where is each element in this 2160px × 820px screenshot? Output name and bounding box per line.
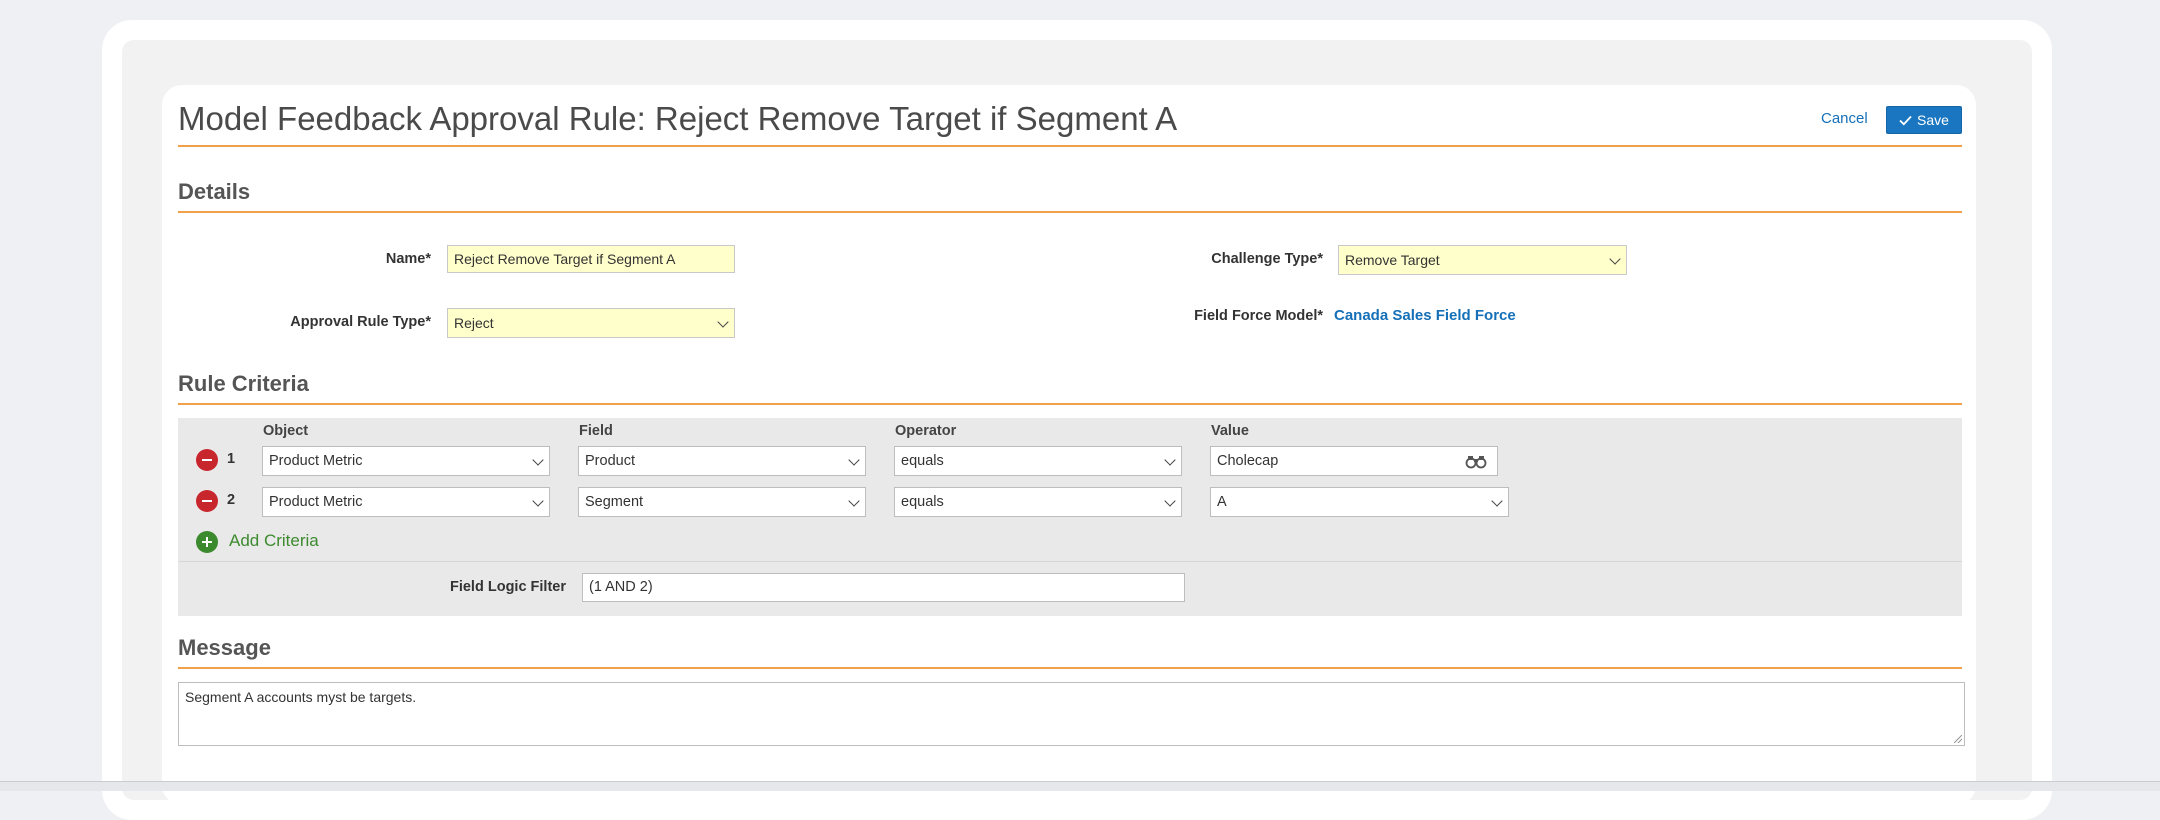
resize-handle-icon[interactable]	[1954, 735, 1962, 743]
criteria-2-field-select[interactable]: Segment	[578, 487, 866, 517]
challenge-type-select[interactable]: Remove Target	[1338, 245, 1627, 275]
chevron-down-icon	[532, 454, 544, 466]
criteria-1-field-value: Product	[585, 453, 635, 469]
criteria-2-object-value: Product Metric	[269, 494, 363, 510]
save-button[interactable]: Save	[1886, 106, 1962, 134]
approval-rule-type-label: Approval Rule Type*	[290, 314, 431, 330]
title-divider	[178, 145, 1962, 147]
criteria-2-value: A	[1217, 494, 1227, 510]
page-title: Model Feedback Approval Rule: Reject Rem…	[178, 100, 1178, 137]
column-header-field: Field	[579, 423, 613, 439]
criteria-1-value-input[interactable]: Cholecap	[1210, 446, 1498, 476]
chevron-down-icon	[1491, 495, 1503, 507]
criteria-2-object-select[interactable]: Product Metric	[262, 487, 550, 517]
criteria-2-operator-select[interactable]: equals	[894, 487, 1182, 517]
criteria-2-value-select[interactable]: A	[1210, 487, 1509, 517]
chevron-down-icon	[717, 316, 729, 328]
chevron-down-icon	[1164, 454, 1176, 466]
criteria-row-number: 2	[227, 492, 236, 508]
field-force-model-label: Field Force Model*	[1194, 308, 1323, 324]
remove-criteria-1-icon[interactable]	[196, 449, 218, 471]
chevron-down-icon	[848, 495, 860, 507]
message-textarea[interactable]: Segment A accounts myst be targets.	[178, 682, 1965, 746]
criteria-divider	[178, 561, 1962, 562]
criteria-1-operator-select[interactable]: equals	[894, 446, 1182, 476]
criteria-2-field-value: Segment	[585, 494, 644, 510]
criteria-1-object-value: Product Metric	[269, 453, 363, 469]
rule-criteria-divider	[178, 403, 1962, 405]
details-section-title: Details	[178, 179, 251, 204]
save-label: Save	[1917, 112, 1949, 128]
message-divider	[178, 667, 1962, 669]
remove-criteria-2-icon[interactable]	[196, 490, 218, 512]
criteria-1-operator-value: equals	[901, 453, 944, 469]
chevron-down-icon	[1609, 253, 1621, 265]
cancel-link[interactable]: Cancel	[1821, 110, 1868, 127]
challenge-type-label: Challenge Type*	[1211, 251, 1323, 267]
approval-rule-type-select[interactable]: Reject	[447, 308, 735, 338]
name-input[interactable]: Reject Remove Target if Segment A	[447, 245, 735, 273]
criteria-1-object-select[interactable]: Product Metric	[262, 446, 550, 476]
challenge-type-value: Remove Target	[1345, 252, 1440, 268]
rule-criteria-section-title: Rule Criteria	[178, 371, 309, 396]
criteria-row-number: 1	[227, 451, 236, 467]
add-criteria-icon[interactable]	[196, 531, 218, 553]
criteria-1-field-select[interactable]: Product	[578, 446, 866, 476]
column-header-value: Value	[1211, 423, 1249, 439]
chevron-down-icon	[848, 454, 860, 466]
details-divider	[178, 211, 1962, 213]
field-logic-filter-input[interactable]: (1 AND 2)	[582, 573, 1185, 602]
message-section-title: Message	[178, 635, 271, 660]
checkmark-icon	[1899, 115, 1912, 125]
message-text: Segment A accounts myst be targets.	[185, 689, 417, 705]
criteria-2-operator-value: equals	[901, 494, 944, 510]
add-criteria-link[interactable]: Add Criteria	[229, 531, 319, 551]
chevron-down-icon	[532, 495, 544, 507]
approval-rule-type-value: Reject	[454, 315, 494, 331]
field-force-model-link[interactable]: Canada Sales Field Force	[1334, 307, 1516, 324]
field-logic-filter-label: Field Logic Filter	[449, 579, 566, 595]
column-header-object: Object	[263, 423, 309, 439]
column-header-operator: Operator	[895, 423, 957, 439]
chevron-down-icon	[1164, 495, 1176, 507]
name-label: Name*	[385, 251, 431, 267]
binoculars-icon[interactable]	[1465, 455, 1487, 469]
criteria-1-value: Cholecap	[1217, 453, 1279, 469]
